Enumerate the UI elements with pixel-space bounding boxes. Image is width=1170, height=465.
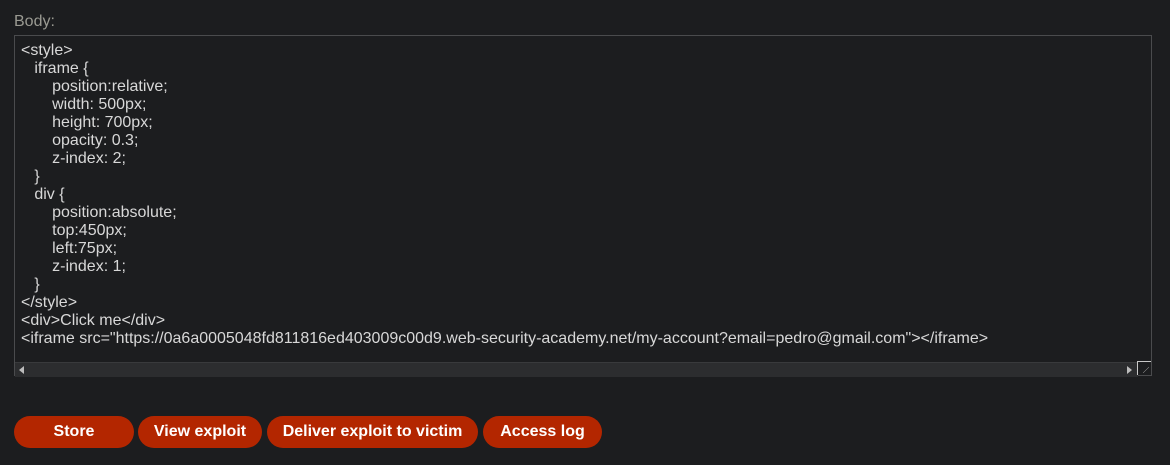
store-button[interactable]: Store bbox=[14, 416, 134, 448]
body-textarea[interactable]: <style> iframe { position:relative; widt… bbox=[14, 35, 1152, 377]
access-log-button[interactable]: Access log bbox=[483, 416, 602, 448]
scroll-left-arrow-icon[interactable] bbox=[19, 366, 24, 374]
body-textarea-content[interactable]: <style> iframe { position:relative; widt… bbox=[21, 42, 988, 348]
scroll-right-arrow-icon[interactable] bbox=[1127, 366, 1132, 374]
view-exploit-button[interactable]: View exploit bbox=[138, 416, 262, 448]
resize-handle-icon[interactable] bbox=[1137, 361, 1151, 375]
horizontal-scrollbar[interactable] bbox=[15, 362, 1138, 377]
deliver-exploit-button[interactable]: Deliver exploit to victim bbox=[267, 416, 478, 448]
body-label: Body: bbox=[14, 13, 55, 30]
